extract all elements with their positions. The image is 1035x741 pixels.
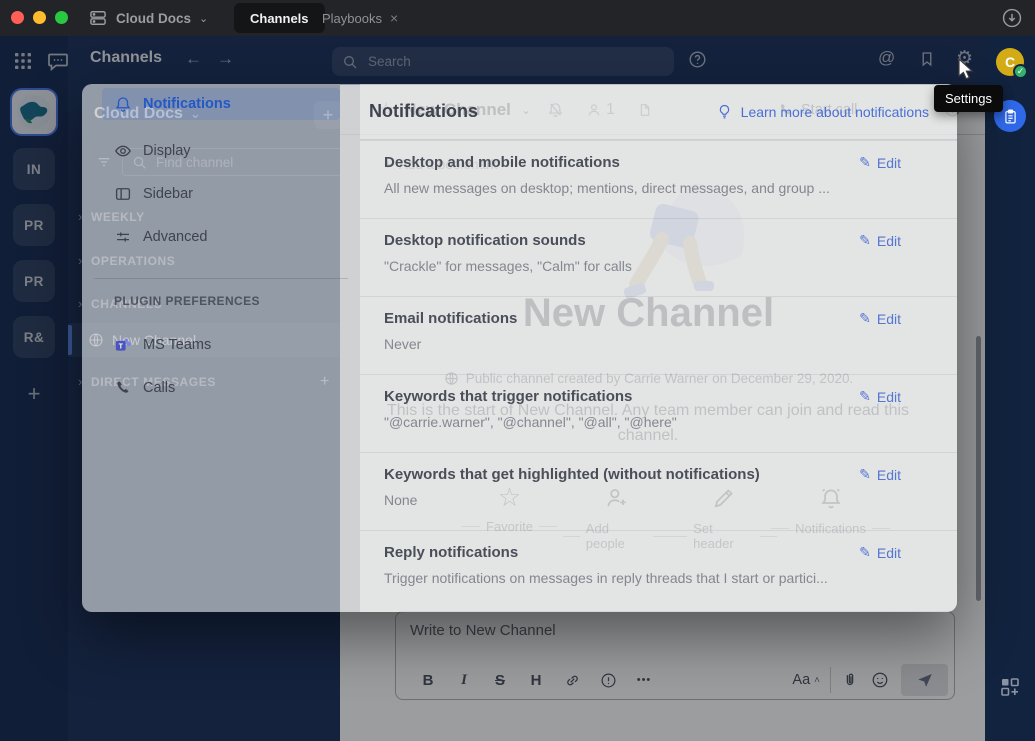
setting-row-desktop-notifications: Desktop and mobile notifications ✎Edit A…: [360, 140, 957, 218]
mouse-cursor: [956, 58, 978, 84]
lightbulb-icon: [716, 103, 733, 120]
sliders-icon: [114, 228, 132, 246]
close-tab-icon[interactable]: ×: [390, 10, 398, 26]
settings-nav: Notifications Display Sidebar: [82, 84, 360, 612]
window-titlebar: Cloud Docs ⌄ Channels Playbooks ×: [0, 0, 1035, 36]
settings-tab-notifications[interactable]: Notifications: [102, 88, 340, 120]
pencil-icon: ✎: [859, 466, 871, 483]
edit-button[interactable]: ✎Edit: [859, 466, 901, 483]
pencil-icon: ✎: [859, 310, 871, 327]
server-selector[interactable]: Cloud Docs ⌄: [88, 0, 208, 36]
eye-icon: [114, 142, 132, 160]
settings-tab-advanced[interactable]: Advanced: [102, 215, 340, 258]
setting-row-reply-notifications: Reply notifications ✎Edit Trigger notifi…: [360, 530, 957, 608]
edit-button[interactable]: ✎Edit: [859, 154, 901, 171]
server-name: Cloud Docs: [116, 11, 191, 26]
settings-tab-calls[interactable]: Calls: [102, 366, 340, 409]
setting-row-notification-sounds: Desktop notification sounds ✎Edit "Crack…: [360, 218, 957, 296]
settings-modal: Notifications Display Sidebar: [82, 84, 957, 612]
app-window: Cloud Docs ⌄ Channels Playbooks × IN: [0, 0, 1035, 741]
settings-tab-sidebar[interactable]: Sidebar: [102, 172, 340, 215]
edit-button[interactable]: ✎Edit: [859, 310, 901, 327]
settings-content: Notifications Learn more about notificat…: [360, 84, 957, 612]
settings-tab-ms-teams[interactable]: T MS Teams: [102, 323, 340, 366]
svg-text:T: T: [119, 342, 124, 350]
pencil-icon: ✎: [859, 544, 871, 561]
scrollbar[interactable]: [976, 336, 981, 601]
setting-row-trigger-keywords: Keywords that trigger notifications ✎Edi…: [360, 374, 957, 452]
ms-teams-icon: T: [114, 336, 132, 354]
close-window-button[interactable]: [11, 11, 24, 24]
pencil-icon: ✎: [859, 232, 871, 249]
pencil-icon: ✎: [859, 388, 871, 405]
edit-button[interactable]: ✎Edit: [859, 544, 901, 561]
setting-row-email-notifications: Email notifications ✎Edit Never: [360, 296, 957, 374]
learn-more-link[interactable]: Learn more about notifications: [716, 103, 929, 120]
sidebar-icon: [114, 185, 132, 203]
tab-playbooks[interactable]: Playbooks ×: [306, 3, 414, 33]
app-bar: C ✓: [985, 36, 1035, 741]
pencil-icon: ✎: [859, 154, 871, 171]
status-online-icon: ✓: [1013, 64, 1028, 79]
plugin-preferences-heading: PLUGIN PREFERENCES: [82, 279, 360, 323]
app-marketplace-icon[interactable]: [1000, 677, 1020, 697]
download-icon[interactable]: [1001, 7, 1023, 29]
zoom-window-button[interactable]: [55, 11, 68, 24]
settings-tab-display[interactable]: Display: [102, 129, 340, 172]
setting-row-highlight-keywords: Keywords that get highlighted (without n…: [360, 452, 957, 530]
phone-icon: [114, 379, 132, 397]
settings-tooltip: Settings: [934, 85, 1003, 112]
server-icon: [88, 8, 108, 28]
edit-button[interactable]: ✎Edit: [859, 232, 901, 249]
minimize-window-button[interactable]: [33, 11, 46, 24]
settings-section-title: Notifications: [369, 101, 478, 122]
bell-icon: [114, 95, 132, 113]
settings-content-header: Notifications Learn more about notificat…: [360, 84, 957, 140]
edit-button[interactable]: ✎Edit: [859, 388, 901, 405]
chevron-down-icon: ⌄: [199, 12, 208, 25]
